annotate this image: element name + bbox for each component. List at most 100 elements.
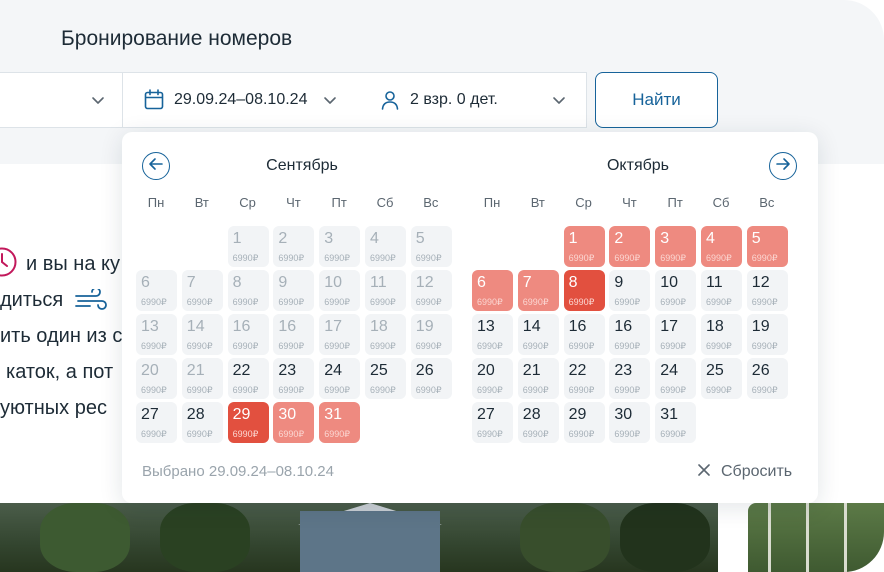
dates-select[interactable]: 29.09.24–08.10.24 <box>122 72 358 128</box>
calendar-day[interactable]: 29 6990₽ <box>563 402 605 443</box>
calendar-day[interactable]: 28 6990₽ <box>517 402 559 443</box>
day-price: 6990₽ <box>614 253 641 263</box>
calendar-day[interactable]: 1 6990₽ <box>563 226 605 267</box>
day-price: 6990₽ <box>278 341 305 351</box>
day-number: 5 <box>751 230 761 247</box>
calendar-day[interactable]: 26 6990₽ <box>746 358 788 399</box>
selected-range-text: Выбрано 29.09.24–08.10.24 <box>142 463 334 480</box>
day-number: 2 <box>614 230 624 247</box>
calendar-day[interactable]: 2 6990₽ <box>609 226 651 267</box>
day-price: 6990₽ <box>522 297 549 307</box>
day-price: 6990₽ <box>278 429 305 439</box>
location-select[interactable] <box>0 72 123 128</box>
day-price: 6990₽ <box>370 253 396 263</box>
weekday-label: Пт <box>667 195 683 210</box>
calendar-day: 17 6990₽ <box>319 314 361 355</box>
day-price: 6990₽ <box>614 429 641 439</box>
calendar-day: 16 6990₽ <box>273 314 315 355</box>
day-price: 6990₽ <box>522 385 549 395</box>
day-number: 2 <box>278 230 288 247</box>
calendar-day[interactable]: 16 6990₽ <box>609 314 651 355</box>
day-number: 20 <box>141 362 159 379</box>
day-price: 6990₽ <box>186 297 213 307</box>
calendar-day[interactable]: 23 6990₽ <box>273 358 315 399</box>
find-button[interactable]: Найти <box>595 72 718 128</box>
article-line: и вы на ку <box>26 253 120 275</box>
day-number: 17 <box>324 318 342 335</box>
next-month-button[interactable] <box>769 152 797 180</box>
calendar-day: 7 6990₽ <box>181 270 223 311</box>
calendar-day[interactable]: 28 6990₽ <box>181 402 223 443</box>
calendar-day[interactable]: 18 6990₽ <box>701 314 742 355</box>
calendar-day[interactable]: 24 6990₽ <box>655 358 697 399</box>
guests-select[interactable]: 2 взр. 0 дет. <box>357 72 587 128</box>
page-title: Бронирование номеров <box>61 27 293 50</box>
calendar-day[interactable]: 3 6990₽ <box>655 226 697 267</box>
day-number: 31 <box>660 406 678 423</box>
calendar-day[interactable]: 22 6990₽ <box>563 358 605 399</box>
calendar-day[interactable]: 22 6990₽ <box>227 358 269 399</box>
month-title-september: Сентябрь <box>266 157 338 174</box>
day-price: 6990₽ <box>278 297 305 307</box>
calendar-day[interactable]: 27 6990₽ <box>472 402 513 443</box>
calendar-day: 2 6990₽ <box>273 226 315 267</box>
weekday-label: Чт <box>622 195 637 210</box>
day-number: 27 <box>477 406 495 423</box>
calendar-day[interactable]: 23 6990₽ <box>609 358 651 399</box>
calendar-day[interactable]: 20 6990₽ <box>472 358 513 399</box>
month-title-october: Октябрь <box>606 157 669 174</box>
day-number: 22 <box>232 362 251 379</box>
calendar-day[interactable]: 25 6990₽ <box>701 358 742 399</box>
day-price: 6990₽ <box>324 297 350 307</box>
calendar-day[interactable]: 5 6990₽ <box>746 226 788 267</box>
calendar-day[interactable]: 31 6990₽ <box>655 402 697 443</box>
calendar-day[interactable]: 8 6990₽ <box>563 270 605 311</box>
calendar-day[interactable]: 14 6990₽ <box>517 314 559 355</box>
reset-label: Сбросить <box>721 463 793 480</box>
reset-button[interactable]: Сбросить <box>698 463 792 481</box>
weekday-label: Пн <box>483 195 501 210</box>
day-number: 7 <box>522 274 532 291</box>
calendar-day[interactable]: 10 6990₽ <box>655 270 697 311</box>
calendar-day[interactable]: 31 6990₽ <box>319 402 361 443</box>
calendar-day[interactable]: 27 6990₽ <box>136 402 177 443</box>
calendar-day[interactable]: 19 6990₽ <box>746 314 788 355</box>
calendar-day[interactable]: 21 6990₽ <box>517 358 559 399</box>
day-price: 6990₽ <box>324 385 350 395</box>
weekday-label: Пн <box>147 195 165 210</box>
prev-month-button[interactable] <box>142 152 170 180</box>
day-number: 14 <box>522 318 541 335</box>
calendar-day[interactable]: 16 6990₽ <box>563 314 605 355</box>
day-number: 13 <box>141 318 159 335</box>
calendar-day[interactable]: 6 6990₽ <box>472 270 513 311</box>
calendar-day[interactable]: 30 6990₽ <box>273 402 315 443</box>
calendar-day[interactable]: 25 6990₽ <box>365 358 406 399</box>
calendar-day[interactable]: 11 6990₽ <box>701 270 742 311</box>
day-price: 6990₽ <box>141 385 167 395</box>
day-number: 22 <box>568 362 587 379</box>
day-number: 10 <box>660 274 678 291</box>
calendar-day[interactable]: 17 6990₽ <box>655 314 697 355</box>
day-number: 8 <box>232 274 242 291</box>
calendar-day[interactable]: 26 6990₽ <box>410 358 452 399</box>
day-price: 6990₽ <box>415 385 442 395</box>
calendar-day[interactable]: 29 6990₽ <box>227 402 269 443</box>
calendar-day[interactable]: 24 6990₽ <box>319 358 361 399</box>
calendar-day[interactable]: 7 6990₽ <box>517 270 559 311</box>
day-number: 21 <box>186 362 205 379</box>
day-number: 28 <box>186 406 205 423</box>
calendar-day[interactable]: 30 6990₽ <box>609 402 651 443</box>
wind-icon <box>74 287 108 316</box>
calendar-day[interactable]: 4 6990₽ <box>701 226 742 267</box>
arrow-left-icon <box>148 157 164 176</box>
calendar-day[interactable]: 12 6990₽ <box>746 270 788 311</box>
day-number: 1 <box>568 230 578 247</box>
day-number: 9 <box>614 274 624 291</box>
day-price: 6990₽ <box>751 297 778 307</box>
day-number: 30 <box>614 406 633 423</box>
calendar-day[interactable]: 9 6990₽ <box>609 270 651 311</box>
calendar-day[interactable]: 13 6990₽ <box>472 314 513 355</box>
day-price: 6990₽ <box>614 341 641 351</box>
day-price: 6990₽ <box>415 341 442 351</box>
day-number: 16 <box>614 318 633 335</box>
